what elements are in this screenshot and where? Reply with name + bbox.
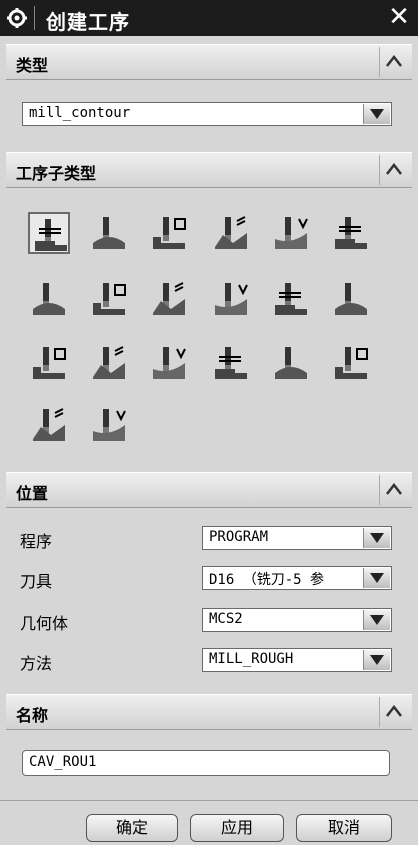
method-label: 方法 (20, 654, 53, 673)
program-label: 程序 (20, 532, 53, 551)
zlevel-corner-icon-glyph (335, 217, 367, 249)
ok-button[interactable]: 确定 (86, 814, 178, 842)
rest-mill-icon[interactable] (210, 212, 252, 254)
collapse-up-icon[interactable] (379, 475, 408, 505)
chevron-down-icon[interactable] (363, 568, 390, 588)
chevron-down-icon[interactable] (363, 610, 390, 630)
subtype-section-label: 工序子类型 (16, 164, 97, 183)
flowcut-multiple-icon[interactable] (88, 342, 130, 384)
type-select-value: mill_contour (29, 105, 131, 121)
mill-control-icon-glyph (93, 409, 126, 441)
tool-label: 刀具 (20, 572, 53, 591)
collapse-up-icon[interactable] (379, 47, 408, 77)
solid-profile-3d-icon-glyph (275, 347, 307, 379)
tool-select-value: D16 （铣刀-5 参 (209, 572, 325, 588)
chevron-down-icon[interactable] (363, 104, 390, 124)
contour-surface-area-icon[interactable] (148, 278, 190, 320)
contour-area-icon[interactable] (88, 278, 130, 320)
plunge-mill-icon[interactable] (88, 212, 130, 254)
contour-area-icon-glyph (93, 283, 126, 315)
type-section-label: 类型 (16, 56, 49, 75)
chevron-down-icon[interactable] (363, 650, 390, 670)
contour-area-dir-steep-icon[interactable] (330, 278, 372, 320)
contour-text-icon[interactable] (330, 342, 372, 384)
contour-text-icon-glyph (335, 347, 368, 379)
method-select-value: MILL_ROUGH (209, 651, 294, 667)
corner-rough-icon-glyph (153, 217, 186, 249)
title-bar: 创建工序 ✕ (0, 0, 418, 36)
zlevel-profile-icon[interactable] (270, 212, 312, 254)
subtype-section-header[interactable]: 工序子类型 (6, 152, 412, 188)
cavity-mill-icon-glyph (35, 219, 67, 251)
geometry-select[interactable]: MCS2 (202, 608, 392, 632)
tool-select[interactable]: D16 （铣刀-5 参 (202, 566, 392, 590)
window-title: 创建工序 (46, 10, 130, 34)
cavity-mill-icon[interactable] (28, 212, 70, 254)
flowcut-single-icon-glyph (33, 347, 66, 379)
type-select[interactable]: mill_contour (22, 102, 392, 126)
collapse-up-icon[interactable] (379, 697, 408, 727)
flowcut-smooth-icon-glyph (215, 347, 247, 379)
cancel-button[interactable]: 取消 (296, 814, 392, 842)
geometry-select-value: MCS2 (209, 611, 243, 627)
fixed-contour-icon-glyph (33, 283, 65, 315)
apply-button[interactable]: 应用 (190, 814, 284, 842)
zlevel-corner-icon[interactable] (330, 212, 372, 254)
flowcut-multiple-icon-glyph (93, 346, 125, 379)
contour-area-dir-steep-icon-glyph (335, 283, 367, 315)
mill-user-icon-glyph (33, 408, 65, 441)
solid-profile-3d-icon[interactable] (270, 342, 312, 384)
location-section-label: 位置 (16, 484, 49, 503)
footer-divider (0, 800, 418, 801)
mill-control-icon[interactable] (88, 404, 130, 446)
name-section-header[interactable]: 名称 (6, 694, 412, 730)
streamline-icon[interactable] (210, 278, 252, 320)
plunge-mill-icon-glyph (93, 217, 125, 249)
rest-mill-icon-glyph (215, 216, 247, 249)
flowcut-single-icon[interactable] (28, 342, 70, 384)
corner-rough-icon[interactable] (148, 212, 190, 254)
contour-area-non-steep-icon[interactable] (270, 278, 312, 320)
operation-name-input[interactable]: CAV_ROU1 (22, 750, 390, 776)
method-select[interactable]: MILL_ROUGH (202, 648, 392, 672)
type-section-header[interactable]: 类型 (6, 44, 412, 80)
zlevel-profile-icon-glyph (275, 217, 308, 249)
collapse-up-icon[interactable] (379, 155, 408, 185)
fixed-contour-icon[interactable] (28, 278, 70, 320)
mill-user-icon[interactable] (28, 404, 70, 446)
flowcut-smooth-icon[interactable] (210, 342, 252, 384)
location-section-header[interactable]: 位置 (6, 472, 412, 508)
chevron-down-icon[interactable] (363, 528, 390, 548)
program-select[interactable]: PROGRAM (202, 526, 392, 550)
flowcut-ref-tool-icon-glyph (153, 347, 186, 379)
program-select-value: PROGRAM (209, 529, 269, 545)
contour-area-non-steep-icon-glyph (275, 283, 307, 315)
gear-icon[interactable] (6, 7, 28, 29)
title-separator (34, 6, 35, 30)
name-section-label: 名称 (16, 706, 49, 725)
streamline-icon-glyph (215, 283, 248, 315)
contour-surface-area-icon-glyph (153, 282, 185, 315)
flowcut-ref-tool-icon[interactable] (148, 342, 190, 384)
geometry-label: 几何体 (20, 614, 69, 633)
operation-name-value: CAV_ROU1 (29, 754, 97, 770)
close-icon[interactable]: ✕ (386, 4, 412, 30)
